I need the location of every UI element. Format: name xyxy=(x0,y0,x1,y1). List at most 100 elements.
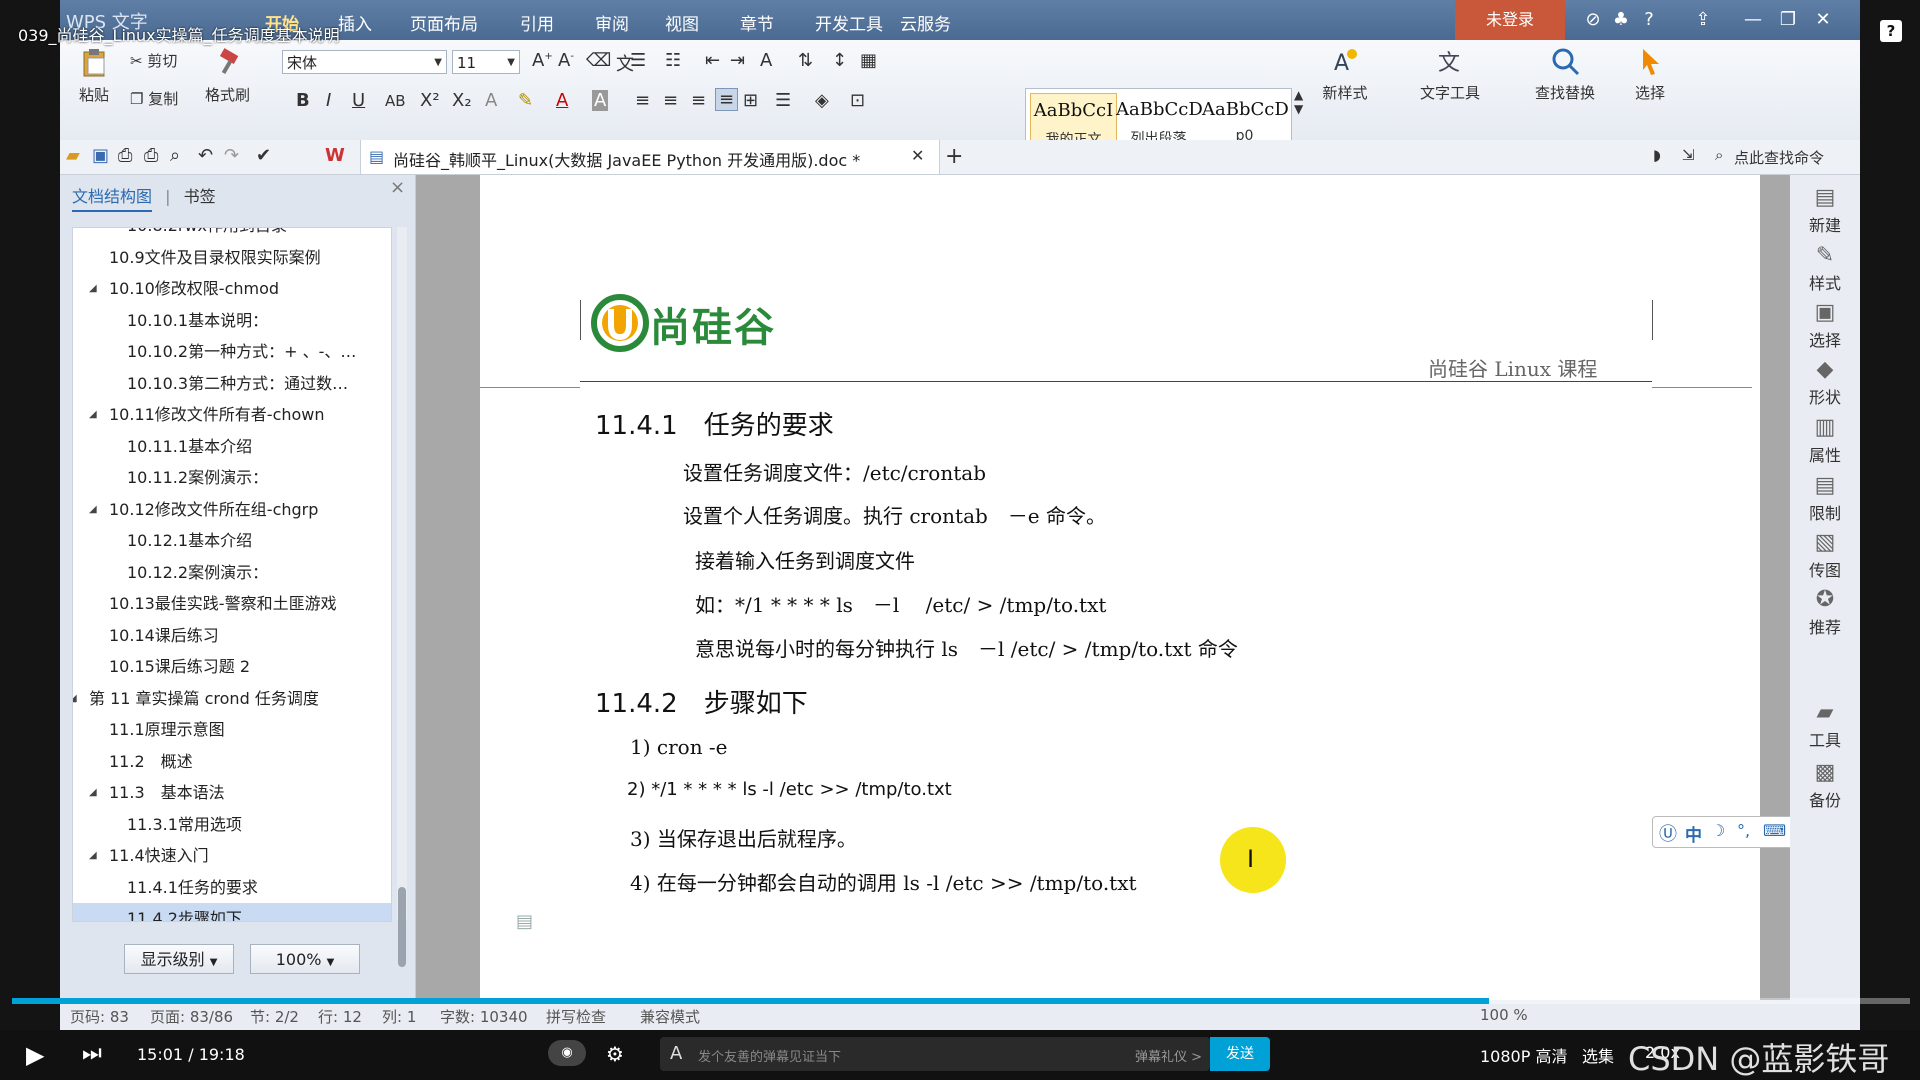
highlight-icon[interactable]: ✎ xyxy=(518,90,533,111)
line-spacing-icon[interactable]: ↕ xyxy=(832,50,847,71)
collapse-triangle-icon[interactable]: ◢ xyxy=(89,494,97,525)
table-icon[interactable]: ▦ xyxy=(860,50,877,71)
shrink-font-icon[interactable]: A- xyxy=(558,50,574,71)
strikethrough-icon[interactable]: AB xyxy=(385,92,406,110)
share-icon[interactable]: ◗ xyxy=(1653,146,1661,164)
next-icon[interactable]: ⏭ xyxy=(82,1041,102,1066)
undo-icon[interactable]: ↶ xyxy=(198,145,213,166)
customize-icon[interactable]: ✔ xyxy=(256,145,271,166)
tab-outline[interactable]: 文档结构图 xyxy=(72,187,153,212)
outline-item[interactable]: 11.3.1常用选项 xyxy=(73,809,391,840)
italic-icon[interactable]: I xyxy=(326,90,331,111)
outline-item[interactable]: ◢ 11.4快速入门 xyxy=(73,840,391,871)
bold-icon[interactable]: B xyxy=(296,90,310,111)
status-zoom[interactable]: 100 % xyxy=(1480,1006,1528,1024)
menu-item[interactable]: 插入 xyxy=(338,10,372,35)
text-style-icon[interactable]: A xyxy=(670,1043,682,1064)
ime-mode[interactable]: 中 xyxy=(1685,821,1702,846)
right-tool-button[interactable]: ✪ 推荐 xyxy=(1790,587,1860,638)
send-button[interactable]: 发送 xyxy=(1210,1037,1270,1071)
select-button[interactable]: 选择 xyxy=(1620,46,1680,103)
menu-item[interactable]: 引用 xyxy=(520,10,554,35)
danmaku-settings-icon[interactable]: ⚙ xyxy=(606,1042,624,1066)
outline-item[interactable]: 11.2 概述 xyxy=(73,746,391,777)
gallery-scroll-icon[interactable]: ▲ ▼ xyxy=(1294,88,1303,116)
danmaku-toggle-icon[interactable]: ◉ xyxy=(548,1040,586,1066)
paragraph-icon[interactable]: ☰ xyxy=(775,90,791,111)
outline-item[interactable]: 10.10.3第二种方式：通过数… xyxy=(73,368,391,399)
align-right-icon[interactable]: ≡ xyxy=(691,90,706,111)
right-tool-button[interactable]: ▥ 属性 xyxy=(1790,415,1860,466)
outline-zoom-select[interactable]: 100% ▼ xyxy=(250,944,360,974)
export-pdf-icon[interactable]: ⎙ xyxy=(118,145,132,166)
punctuation-icon[interactable]: °, xyxy=(1737,821,1750,840)
keyboard-icon[interactable]: ⌨ xyxy=(1763,821,1786,840)
outline-item[interactable]: ◢ 第 11 章实操篇 crond 任务调度 xyxy=(73,683,391,714)
indent-decrease-icon[interactable]: ⇤ xyxy=(705,50,720,71)
right-tool-button[interactable]: ✎ 样式 xyxy=(1790,243,1860,294)
right-tool-button[interactable]: ▧ 传图 xyxy=(1790,530,1860,581)
outline-item[interactable]: ◢ 10.11修改文件所有者-chown xyxy=(73,399,391,430)
document-tab[interactable]: ▤ 尚硅谷_韩顺平_Linux(大数据 JavaEE Python 开发通用版)… xyxy=(360,140,940,174)
command-search[interactable]: 点此查找命令 xyxy=(1734,147,1824,168)
quality-select[interactable]: 1080P 高清 xyxy=(1480,1043,1567,1067)
outline-item[interactable]: 11.1原理示意图 xyxy=(73,714,391,745)
new-tab-icon[interactable]: + xyxy=(945,144,963,169)
menu-item[interactable]: 章节 xyxy=(740,10,774,35)
font-color-icon[interactable]: A xyxy=(556,90,568,111)
outline-item[interactable]: 10.8.2rwx作用到目录 xyxy=(73,228,391,241)
collapse-triangle-icon[interactable]: ◢ xyxy=(89,273,97,304)
outline-item[interactable]: 10.15课后练习题 2 xyxy=(73,651,391,682)
paste-button[interactable]: 粘贴 xyxy=(74,48,114,105)
skin-icon[interactable]: ⊘ xyxy=(1580,8,1606,32)
right-tool-button[interactable]: ▤ 新建 xyxy=(1790,185,1860,236)
underline-icon[interactable]: U xyxy=(352,90,365,111)
paste-options-icon[interactable]: ▤ xyxy=(516,911,533,932)
collapse-triangle-icon[interactable]: ◢ xyxy=(89,840,97,871)
menu-item[interactable]: 视图 xyxy=(665,10,699,35)
outline-item[interactable]: 11.4.2步骤如下 xyxy=(73,903,391,921)
numbering-icon[interactable]: ☷ xyxy=(665,50,681,71)
outline-item[interactable]: ◢ 10.12修改文件所在组-chgrp xyxy=(73,494,391,525)
new-style-button[interactable]: A 新样式 xyxy=(1310,46,1380,103)
outline-item[interactable]: 10.14课后练习 xyxy=(73,620,391,651)
sync-icon[interactable]: ⇲ xyxy=(1682,146,1695,164)
cut-button[interactable]: ✂ 剪切 xyxy=(130,50,177,71)
subscript-icon[interactable]: X₂ xyxy=(452,90,472,111)
collapse-triangle-icon[interactable]: ◢ xyxy=(73,683,77,714)
sort-icon[interactable]: ⇅ xyxy=(798,50,813,71)
right-tool-button[interactable]: ▰ 工具 xyxy=(1790,700,1860,751)
open-folder-icon[interactable]: ▰ xyxy=(66,145,80,166)
minimize-button[interactable]: — xyxy=(1740,8,1766,32)
outline-item[interactable]: 10.10.2第一种方式：+ 、-、… xyxy=(73,336,391,367)
outline-item[interactable]: 10.10.1基本说明： xyxy=(73,305,391,336)
collapse-triangle-icon[interactable]: ◢ xyxy=(89,777,97,808)
find-replace-button[interactable]: 查找替换 xyxy=(1520,46,1610,103)
clear-format-icon[interactable]: ⌫ xyxy=(586,50,611,71)
justify-icon[interactable]: ≡ xyxy=(715,88,739,111)
danmaku-etiquette-link[interactable]: 弹幕礼仪 > xyxy=(1135,1046,1202,1065)
char-shading-icon[interactable]: A xyxy=(592,90,609,111)
tab-bookmark[interactable]: 书签 xyxy=(184,187,216,206)
font-size-select[interactable]: 11 ▼ xyxy=(452,50,520,74)
close-panel-icon[interactable]: × xyxy=(390,177,405,198)
help-icon[interactable]: ? xyxy=(1636,8,1662,32)
outline-item[interactable]: 10.11.1基本介绍 xyxy=(73,431,391,462)
document-page[interactable]: 尚硅谷 尚硅谷 Linux 课程 11.4.1 任务的要求 设置任务调度文件：/… xyxy=(480,175,1760,1005)
right-tool-button[interactable]: ▣ 选择 xyxy=(1790,300,1860,351)
outline-item[interactable]: ◢ 11.3 基本语法 xyxy=(73,777,391,808)
menu-item[interactable]: 云服务 xyxy=(900,10,951,35)
moon-icon[interactable]: ☽ xyxy=(1711,821,1725,840)
text-effect-icon[interactable]: A xyxy=(485,90,497,111)
outline-item[interactable]: 10.13最佳实践-警察和土匪游戏 xyxy=(73,588,391,619)
fill-color-icon[interactable]: ◈ xyxy=(815,90,829,111)
font-case-icon[interactable]: A xyxy=(760,50,772,71)
text-tools-button[interactable]: 文 文字工具 xyxy=(1405,46,1495,103)
shirt-icon[interactable]: ♣ xyxy=(1608,8,1634,32)
spell-check[interactable]: 拼写检查 xyxy=(546,1006,606,1027)
align-center-icon[interactable]: ≡ xyxy=(663,90,678,111)
right-tool-button[interactable]: ▩ 备份 xyxy=(1790,760,1860,811)
outline-item[interactable]: 10.12.1基本介绍 xyxy=(73,525,391,556)
align-left-icon[interactable]: ≡ xyxy=(635,90,650,111)
redo-icon[interactable]: ↷ xyxy=(224,145,239,166)
